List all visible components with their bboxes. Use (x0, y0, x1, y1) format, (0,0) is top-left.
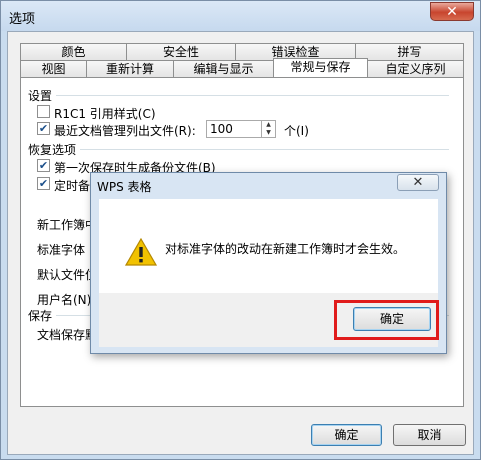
settings-section-label: 设置 (28, 89, 53, 103)
title-bar: 选项 ✕ (1, 1, 480, 31)
ok-button[interactable]: 确定 (311, 424, 382, 446)
recent-unit-label: 个(I) (284, 124, 309, 138)
stepper-arrows-icon[interactable]: ▲ ▼ (261, 121, 275, 137)
timed-backup-checkbox[interactable]: ✔ (37, 177, 50, 190)
message-box-title: WPS 表格 (97, 180, 152, 194)
r1c1-checkbox[interactable] (37, 105, 50, 118)
window-title: 选项 (9, 12, 36, 27)
tab-general-save[interactable]: 常规与保存 (273, 58, 368, 78)
window-close-button[interactable]: ✕ (430, 2, 474, 21)
username-label: 用户名(N) (37, 293, 92, 307)
tab-spelling[interactable]: 拼写 (355, 43, 464, 61)
recent-files-label: 最近文档管理列出文件(R): (54, 124, 196, 138)
warning-icon (125, 238, 157, 266)
tab-custom-lists[interactable]: 自定义序列 (367, 60, 464, 78)
tab-recalc[interactable]: 重新计算 (86, 60, 174, 78)
recent-count-value: 100 (210, 122, 233, 136)
message-box-body: 对标准字体的改动在新建工作簿时才会生效。 (99, 199, 438, 293)
timed-backup-label: 定时备 (54, 179, 91, 193)
save-section-label: 保存 (28, 309, 53, 323)
recent-files-checkbox[interactable]: ✔ (37, 122, 50, 135)
recovery-section-label: 恢复选项 (28, 143, 77, 157)
message-box-close-button[interactable]: ✕ (397, 174, 439, 191)
cancel-button[interactable]: 取消 (393, 424, 466, 446)
new-workbook-label: 新工作簿中 (37, 218, 98, 232)
tab-edit-display[interactable]: 编辑与显示 (173, 60, 274, 78)
standard-font-label: 标准字体 (37, 243, 86, 257)
ok-highlight-box (334, 300, 439, 340)
tab-color[interactable]: 颜色 (20, 43, 127, 61)
message-text: 对标准字体的改动在新建工作簿时才会生效。 (165, 242, 406, 256)
tab-security[interactable]: 安全性 (126, 43, 236, 61)
backup-checkbox[interactable]: ✔ (37, 159, 50, 172)
tab-view[interactable]: 视图 (20, 60, 87, 78)
save-format-label: 文档保存默 (37, 328, 98, 342)
r1c1-label: R1C1 引用样式(C) (54, 107, 156, 121)
settings-divider (56, 95, 449, 96)
recent-count-stepper[interactable]: 100 ▲ ▼ (206, 120, 276, 138)
recovery-divider (80, 149, 449, 150)
default-file-location-label: 默认文件位 (37, 268, 98, 282)
